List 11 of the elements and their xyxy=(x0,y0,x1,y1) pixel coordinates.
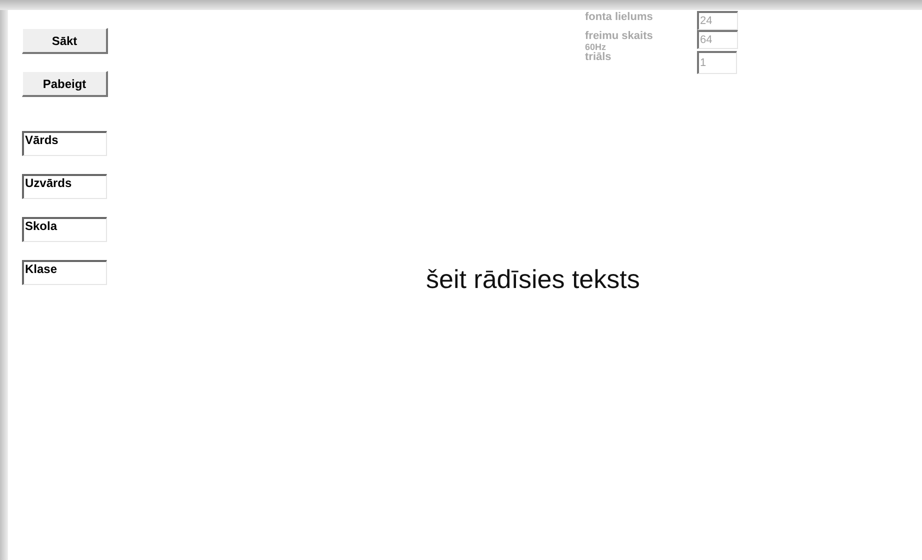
setting-label: fonta lielums xyxy=(585,11,654,24)
display-text: šeit rādīsies teksts xyxy=(426,264,641,295)
input-field[interactable]: Vārds xyxy=(22,131,107,156)
input-field[interactable]: Uzvārds xyxy=(22,174,107,199)
setting-note: 60Hz xyxy=(585,43,608,51)
setting-label: triāls xyxy=(585,51,612,64)
input-field[interactable]: Klase xyxy=(22,260,107,285)
input-field[interactable]: Skola xyxy=(22,217,107,242)
setting-label: freimu skaits xyxy=(585,30,654,43)
action-button[interactable]: Sākt xyxy=(22,28,108,54)
action-button[interactable]: Pabeigt xyxy=(22,71,108,97)
